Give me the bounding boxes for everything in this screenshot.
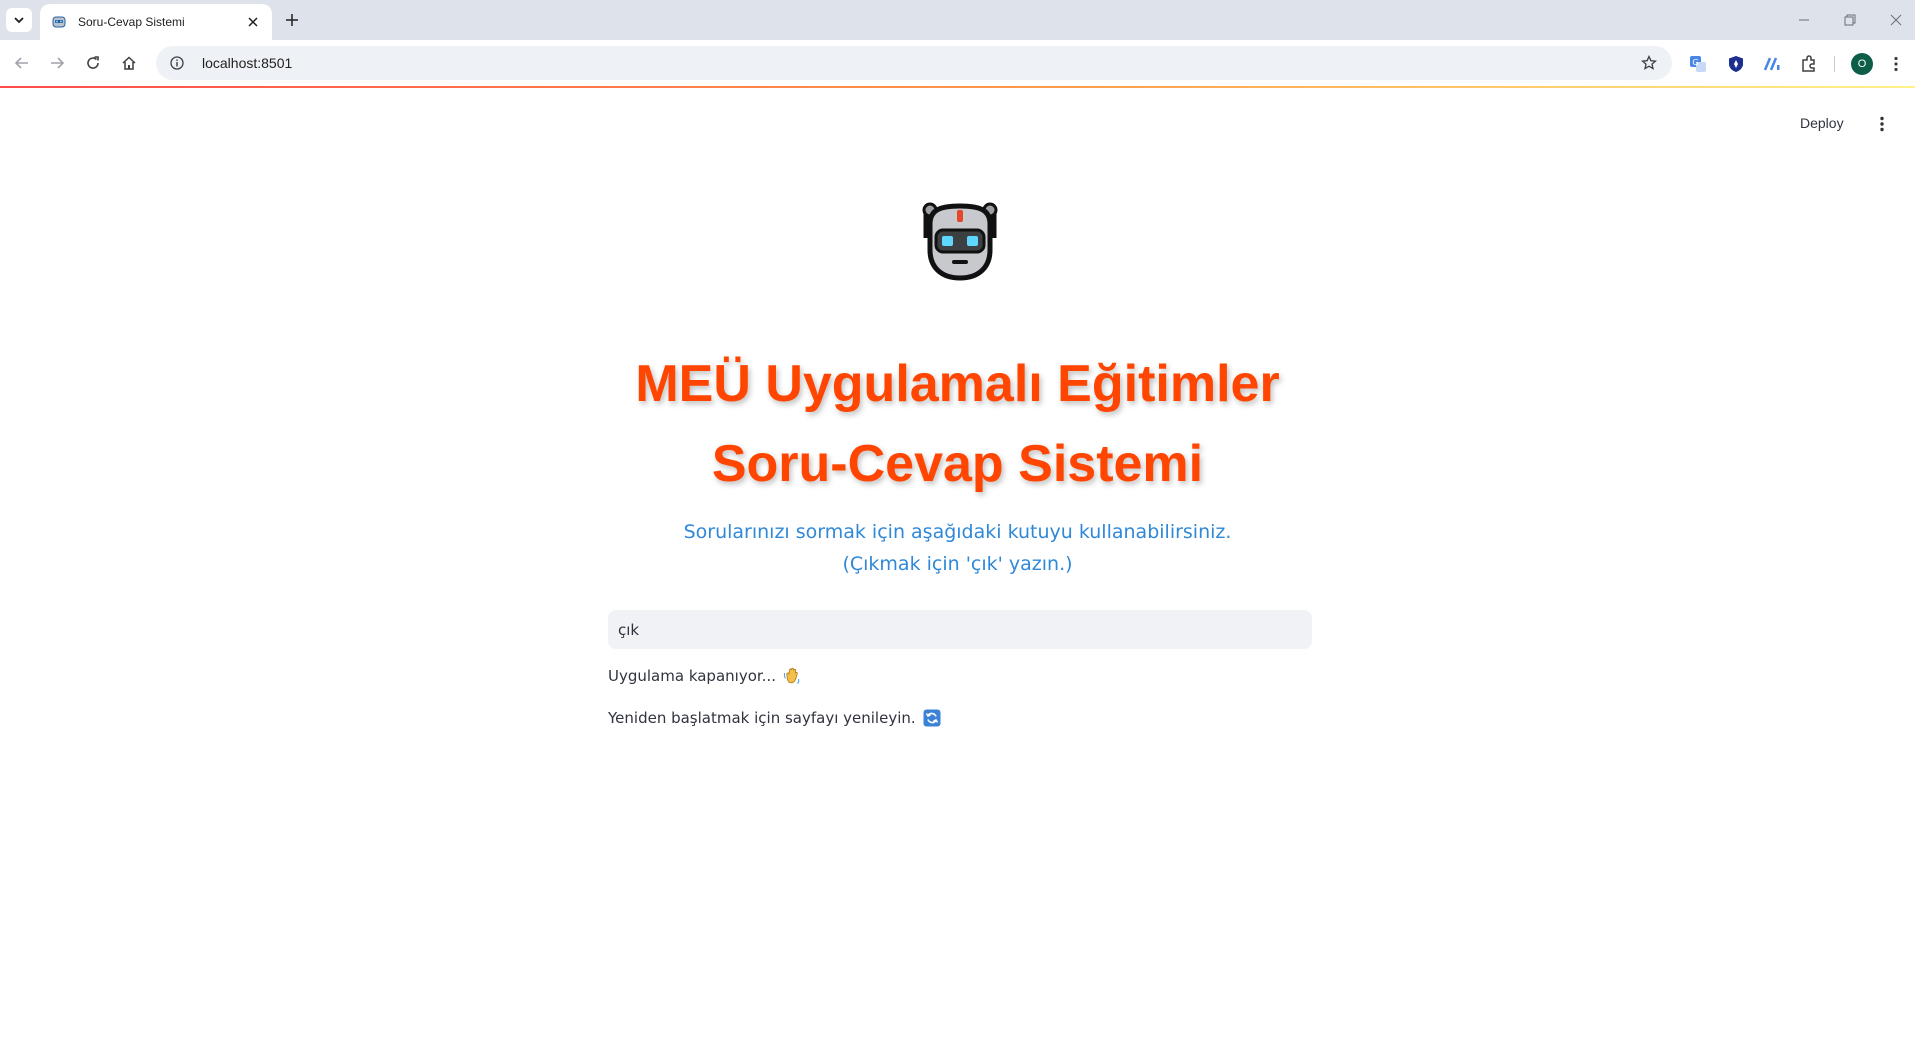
browser-toolbar: localhost:8501 G O [0, 40, 1915, 86]
instruction-text: Sorularınızı sormak için aşağıdaki kutuy… [683, 521, 1232, 543]
url-text: localhost:8501 [202, 55, 293, 71]
back-icon[interactable] [9, 50, 35, 76]
translate-icon[interactable]: G [1686, 52, 1710, 76]
restore-icon[interactable] [1836, 8, 1864, 32]
svg-text:G: G [1692, 58, 1698, 67]
home-icon[interactable] [116, 50, 142, 76]
kebab-menu-icon[interactable] [1884, 52, 1908, 76]
address-bar[interactable]: localhost:8501 [156, 46, 1672, 80]
star-icon[interactable] [1640, 54, 1658, 72]
active-tab[interactable]: Soru-Cevap Sistemi [40, 4, 272, 40]
closing-message-text: Uygulama kapanıyor... [608, 667, 776, 685]
reload-icon[interactable] [80, 50, 106, 76]
main-menu-icon[interactable] [1870, 112, 1894, 136]
plus-icon[interactable] [280, 8, 304, 32]
close-icon[interactable] [244, 13, 262, 31]
forward-icon[interactable] [44, 50, 70, 76]
analytics-icon[interactable] [1760, 52, 1784, 76]
site-info-icon[interactable] [168, 54, 186, 72]
tab-list-icon[interactable] [6, 8, 32, 32]
robot-icon [916, 196, 1004, 284]
refresh-icon [922, 708, 942, 728]
robot-favicon-icon [50, 13, 68, 31]
restart-message: Yeniden başlatmak için sayfayı yenileyin… [608, 708, 942, 728]
exit-hint-text: (Çıkmak için 'çık' yazın.) [842, 553, 1073, 575]
close-window-icon[interactable] [1882, 8, 1910, 32]
toolbar-divider [1834, 56, 1835, 72]
browser-tabbar: Soru-Cevap Sistemi [0, 0, 1915, 40]
app-decoration-bar [0, 86, 1915, 88]
restart-message-text: Yeniden başlatmak için sayfayı yenileyin… [608, 709, 916, 727]
question-input[interactable] [608, 610, 1312, 649]
tab-title: Soru-Cevap Sistemi [78, 15, 185, 29]
minimize-icon[interactable] [1790, 8, 1818, 32]
closing-message: Uygulama kapanıyor... [608, 666, 802, 686]
deploy-button[interactable]: Deploy [1800, 112, 1844, 134]
page-title-line2: Soru-Cevap Sistemi [711, 435, 1204, 493]
extensions-icon[interactable] [1797, 52, 1821, 76]
profile-avatar[interactable]: O [1851, 53, 1873, 75]
waving-hand-icon [782, 666, 802, 686]
page-title-line1: MEÜ Uygulamalı Eğitimler [635, 355, 1280, 413]
shield-icon[interactable] [1724, 52, 1748, 76]
